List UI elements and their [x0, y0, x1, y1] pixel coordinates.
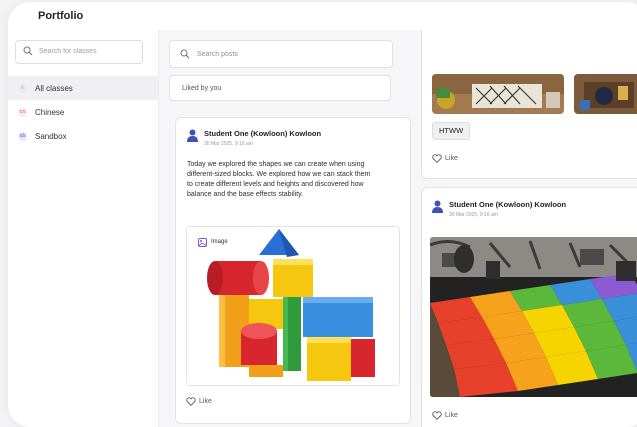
class-item-chinese[interactable]: cn Chinese — [8, 100, 158, 124]
carpet-photo — [430, 237, 637, 397]
class-item-sandbox[interactable]: sb Sandbox — [8, 124, 158, 148]
post-tag[interactable]: HTWW — [432, 122, 471, 140]
blocks-image — [187, 227, 399, 385]
posts-area: Liked by you Student One (Kowloon) Kowlo… — [159, 30, 637, 427]
like-label: Like — [445, 412, 458, 419]
student-avatar-icon — [432, 200, 443, 213]
post-date: 30 Mar 2025, 9:16 am — [204, 141, 253, 147]
classroom-photo — [574, 74, 637, 114]
class-search-box[interactable] — [15, 40, 143, 64]
classroom-photo — [432, 74, 564, 114]
post-author[interactable]: Student One (Kowloon) Kowloon — [449, 200, 566, 209]
post-card[interactable]: Student One (Kowloon) Kowloon 30 Mar 202… — [175, 117, 411, 424]
post-date: 30 Mar 2025, 9:16 am — [449, 212, 498, 218]
app-title: Portfolio — [38, 10, 84, 22]
class-item-label: All classes — [35, 83, 73, 93]
post-search-input[interactable] — [197, 47, 377, 61]
class-item-label: Chinese — [35, 107, 65, 117]
post-image[interactable]: Image — [186, 226, 400, 386]
post-caption: Today we explored the shapes we can crea… — [187, 161, 371, 198]
class-list: ≡ All classes cn Chinese sb Sandbox — [8, 76, 158, 148]
post-search-box[interactable] — [169, 40, 393, 68]
post-card[interactable]: Student One (Kowloon) Kowloon 30 Mar 202… — [421, 187, 637, 427]
heart-icon — [186, 397, 196, 406]
liked-filter[interactable]: Liked by you — [169, 75, 391, 101]
image-icon — [198, 237, 207, 247]
like-button[interactable]: Like — [432, 154, 458, 163]
post-image[interactable] — [430, 237, 637, 397]
class-item-all-classes[interactable]: ≡ All classes — [8, 76, 158, 100]
post-card[interactable]: HTWW Like — [421, 30, 637, 179]
class-sidebar: ≡ All classes cn Chinese sb Sandbox — [8, 30, 159, 427]
search-icon — [23, 46, 33, 56]
class-color-icon: cn — [18, 107, 27, 117]
like-label: Like — [199, 398, 212, 405]
post-header: Student One (Kowloon) Kowloon 30 Mar 202… — [187, 129, 321, 147]
post-photo-thumbnail[interactable] — [574, 74, 637, 114]
all-classes-icon: ≡ — [18, 83, 27, 93]
media-type-badge: Image — [195, 235, 232, 249]
post-header: Student One (Kowloon) Kowloon 30 Mar 202… — [432, 200, 566, 218]
post-author[interactable]: Student One (Kowloon) Kowloon — [204, 129, 321, 138]
media-type-label: Image — [211, 239, 228, 245]
like-button[interactable]: Like — [186, 397, 212, 406]
class-item-label: Sandbox — [35, 131, 67, 141]
class-search-input[interactable] — [39, 44, 137, 59]
search-icon — [180, 49, 190, 59]
heart-icon — [432, 154, 442, 163]
post-photo-thumbnail[interactable] — [432, 74, 564, 114]
class-color-icon: sb — [18, 131, 27, 141]
app-window: Portfolio ≡ All classes cn Chinese sb Sa… — [8, 2, 637, 427]
student-avatar-icon — [187, 129, 198, 142]
like-label: Like — [445, 155, 458, 162]
